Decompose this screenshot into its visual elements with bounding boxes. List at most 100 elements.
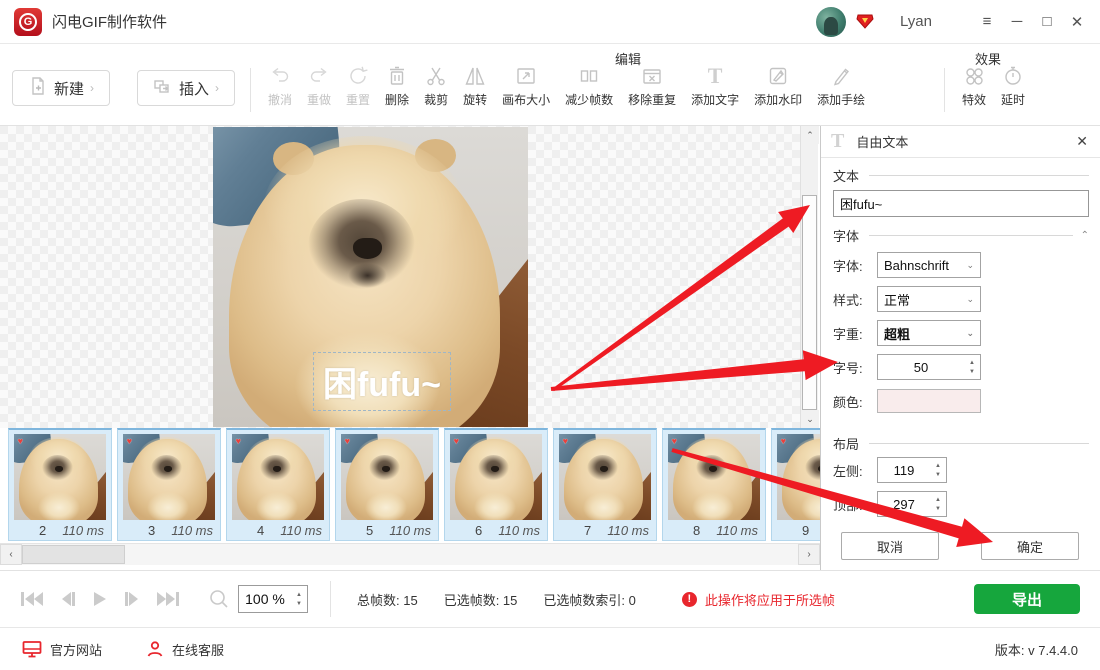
add-watermark-icon — [766, 62, 790, 88]
maximize-button[interactable]: □ — [1032, 7, 1062, 37]
font-weight-dropdown[interactable]: 超粗⌄ — [877, 320, 981, 346]
toolbar-item-reduce-frames[interactable]: 减少帧数 — [565, 62, 613, 108]
chevron-down-icon: ⌄ — [966, 260, 974, 271]
horizontal-scrollbar-thumb[interactable] — [22, 545, 125, 564]
cancel-button[interactable]: 取消 — [841, 532, 939, 560]
vip-badge-icon[interactable] — [856, 14, 874, 29]
text-section-header: 文本 — [833, 166, 1089, 185]
toolbar-item-redo[interactable]: 重做 — [307, 62, 331, 108]
frame-tile[interactable]: ♥ 7110 ms — [553, 428, 657, 541]
previous-frame-button[interactable] — [60, 590, 76, 608]
spinner-arrows-icon[interactable]: ▲▼ — [930, 492, 946, 516]
online-support-link[interactable]: 在线客服 — [146, 640, 224, 659]
frame-number: 4 — [257, 523, 264, 538]
toolbar-item-delay[interactable]: 延时 — [1001, 62, 1025, 108]
toolbar-item-undo[interactable]: 撤消 — [268, 62, 292, 108]
close-button[interactable]: ✕ — [1062, 7, 1092, 37]
first-frame-button[interactable] — [20, 590, 44, 608]
toolbar-item-add-drawing[interactable]: 添加手绘 — [817, 62, 865, 108]
spinner-arrows-icon[interactable]: ▲▼ — [291, 586, 307, 612]
chevron-right-icon: › — [90, 81, 94, 95]
next-frame-button[interactable] — [124, 590, 140, 608]
panel-title: 自由文本 — [856, 132, 908, 151]
heart-icon: ♥ — [345, 437, 350, 446]
status-bar: 100 % ▲▼ 总帧数: 15 已选帧数: 15 已选帧数索引: 0 ! 此操… — [0, 570, 1100, 627]
font-family-dropdown[interactable]: Bahnschrift⌄ — [877, 252, 981, 278]
toolbar-item-delete[interactable]: 删除 — [385, 62, 409, 108]
redo-icon — [307, 62, 331, 88]
scroll-right-button[interactable]: › — [798, 544, 820, 565]
canvas[interactable]: 困fufu~ — [0, 126, 800, 428]
toolbar-item-add-text[interactable]: T 添加文字 — [691, 62, 739, 108]
frame-tile[interactable]: ♥ 2110 ms — [8, 428, 112, 541]
free-text-panel: T 自由文本 ✕ 文本 字体 ⌃ 字体: Bahnschrift⌄ 样式: — [820, 126, 1100, 570]
toolbar-item-reset[interactable]: 重置 — [346, 62, 370, 108]
rotate-flip-icon — [463, 62, 487, 88]
reset-icon — [346, 62, 370, 88]
last-frame-button[interactable] — [156, 590, 180, 608]
toolbar-item-crop[interactable]: 裁剪 — [424, 62, 448, 108]
play-button[interactable] — [92, 590, 108, 608]
frame-tile[interactable]: ♥ 4 110 ms — [226, 428, 330, 541]
frame-duration: 110 ms — [280, 523, 322, 538]
new-button[interactable]: 新建 › — [12, 70, 110, 106]
text-overlay-selection[interactable]: 困fufu~ — [313, 352, 451, 411]
add-text-icon: T — [708, 62, 723, 88]
frame-tile[interactable]: ♥ 3110 ms — [117, 428, 221, 541]
zoom-level-spinner[interactable]: 100 % ▲▼ — [238, 585, 308, 613]
frame-duration: 110 ms — [389, 523, 431, 538]
scroll-down-button[interactable]: ⌄ — [801, 410, 819, 428]
official-website-link[interactable]: 官方网站 — [22, 640, 102, 659]
frame-tile[interactable]: ♥ 6 110 ms — [444, 428, 548, 541]
insert-icon — [153, 76, 173, 100]
toolbar-item-remove-duplicate[interactable]: 移除重复 — [628, 62, 676, 108]
work-area: 困fufu~ ⌃ ⌄ ♥ 2110 ms ♥ 3110 ms ♥ 4 110 ms — [0, 126, 1100, 570]
font-label: 字体: — [833, 256, 877, 275]
color-label: 颜色: — [833, 392, 877, 411]
ok-button[interactable]: 确定 — [981, 532, 1079, 560]
frame-duration: 110 ms — [498, 523, 540, 538]
color-swatch[interactable] — [877, 389, 981, 413]
frame-tile[interactable]: ♥ 8110 ms — [662, 428, 766, 541]
top-label: 顶部: — [833, 495, 877, 514]
scroll-up-button[interactable]: ⌃ — [801, 126, 819, 144]
new-button-label: 新建 — [54, 78, 84, 99]
chevron-right-icon: › — [215, 81, 219, 95]
minimize-button[interactable]: ─ — [1002, 7, 1032, 37]
spinner-arrows-icon[interactable]: ▲▼ — [930, 458, 946, 482]
top-position-spinner[interactable]: 297 ▲▼ — [877, 491, 947, 517]
collapse-chevron-icon[interactable]: ⌃ — [1081, 230, 1089, 241]
frame-tile[interactable]: ♥ 9110 ms — [771, 428, 820, 541]
toolbar-item-effects[interactable]: 特效 — [962, 62, 986, 108]
spinner-arrows-icon[interactable]: ▲▼ — [964, 355, 980, 379]
font-size-spinner[interactable]: 50 ▲▼ — [877, 354, 981, 380]
footer: 官方网站 在线客服 版本: v 7.4.4.0 — [0, 627, 1100, 670]
gif-frame-image: 困fufu~ — [213, 127, 528, 427]
left-position-spinner[interactable]: 119 ▲▼ — [877, 457, 947, 483]
person-icon — [146, 640, 164, 658]
font-style-dropdown[interactable]: 正常⌄ — [877, 286, 981, 312]
menu-button[interactable]: ≡ — [972, 7, 1002, 37]
frame-number: 9 — [802, 523, 809, 538]
insert-button[interactable]: 插入 › — [137, 70, 235, 106]
vertical-scrollbar-thumb[interactable] — [802, 195, 817, 410]
user-avatar[interactable] — [816, 7, 846, 37]
frame-number: 5 — [366, 523, 373, 538]
toolbar-item-rotate[interactable]: 旋转 — [463, 62, 487, 108]
text-input[interactable] — [833, 190, 1089, 217]
panel-close-icon[interactable]: ✕ — [1076, 133, 1088, 150]
toolbar-item-add-watermark[interactable]: 添加水印 — [754, 62, 802, 108]
heart-icon: ♥ — [236, 437, 241, 446]
heart-icon: ♥ — [454, 437, 459, 446]
scroll-left-button[interactable]: ‹ — [0, 544, 22, 565]
frame-number: 6 — [475, 523, 482, 538]
frame-number: 8 — [693, 523, 700, 538]
export-button[interactable]: 导出 — [974, 584, 1080, 614]
weight-label: 字重: — [833, 324, 877, 343]
toolbar-item-canvas-size[interactable]: 画布大小 — [502, 62, 550, 108]
frame-number: 7 — [584, 523, 591, 538]
frame-tile[interactable]: ♥ 5 110 ms — [335, 428, 439, 541]
title-bar: G 闪电GIF制作软件 Lyan ≡ ─ □ ✕ — [0, 0, 1100, 44]
horizontal-scrollbar[interactable]: ‹ › — [0, 543, 820, 565]
vertical-scrollbar[interactable]: ⌃ ⌄ — [800, 126, 818, 428]
